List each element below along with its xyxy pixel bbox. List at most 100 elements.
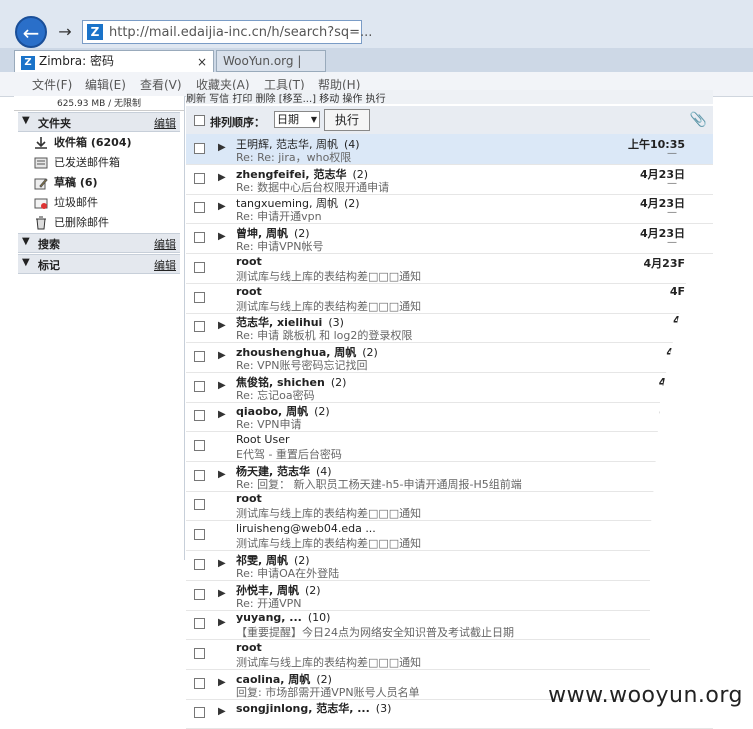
- message-row[interactable]: root 测试库与线上库的表结构差□□□通知 4月23F: [186, 253, 713, 284]
- folders-edit-link[interactable]: 编辑: [154, 115, 176, 131]
- message-row[interactable]: ▶ 祁雯, 周帆 (2) Re: 申请OA在外登陆: [186, 550, 713, 581]
- message-row[interactable]: root 测试库与线上库的表结构差□□□通知: [186, 639, 713, 670]
- mail-toolbar[interactable]: 刷新 写信 打印 删除 [移至...] 移动 操作 执行: [186, 90, 713, 104]
- message-row[interactable]: root 测试库与线上库的表结构差□□□通知: [186, 490, 713, 522]
- sort-select[interactable]: 日期 ▼: [274, 111, 320, 128]
- address-bar[interactable]: Z http://mail.edaijia-inc.cn/h/search?sq…: [82, 20, 372, 44]
- message-subject: 测试库与线上库的表结构差□□□通知: [236, 537, 422, 551]
- message-checkbox[interactable]: [194, 469, 205, 481]
- select-all-checkbox[interactable]: [194, 115, 205, 126]
- message-checkbox[interactable]: [194, 380, 205, 392]
- expand-thread-icon[interactable]: ▶: [218, 677, 226, 688]
- folder-label: 垃圾邮件: [54, 196, 98, 209]
- folder-label: 草稿 (6): [54, 176, 98, 189]
- expand-thread-icon[interactable]: ▶: [218, 588, 226, 599]
- message-checkbox[interactable]: [194, 291, 205, 303]
- message-row[interactable]: ▶焦俊铭, shichen(2)Re: 忘记oa密码4月2: [186, 372, 713, 403]
- message-subject: Re: 忘记oa密码: [236, 388, 315, 402]
- message-checkbox[interactable]: [194, 321, 205, 333]
- message-row[interactable]: ▶ 王明辉, 范志华, 周帆 (4) Re: Re: jira，who权限 上午10:3…: [186, 134, 713, 165]
- sent-folder-icon: [34, 156, 48, 170]
- tab-wooyun[interactable]: WooYun.org |: [216, 50, 326, 72]
- message-row[interactable]: ▶ tangxueming, 周帆 (2) Re: 申请开通vpn 4月23日 —: [186, 193, 713, 225]
- tags-title: 标记: [38, 259, 60, 272]
- expand-thread-icon[interactable]: ▶: [218, 409, 226, 420]
- message-sender: root: [236, 255, 262, 268]
- message-checkbox[interactable]: [194, 232, 205, 244]
- message-checkbox[interactable]: [194, 350, 205, 362]
- collapse-triangle-icon[interactable]: ▼: [22, 236, 30, 247]
- message-row[interactable]: ▶ 孙悦丰, 周帆 (2) Re: 开通VPN: [186, 580, 713, 611]
- menu-view[interactable]: 查看(V): [140, 76, 182, 93]
- menu-file[interactable]: 文件(F): [32, 76, 72, 93]
- expand-thread-icon[interactable]: ▶: [218, 350, 226, 361]
- junk-folder-icon: [34, 196, 48, 210]
- sender-name: root: [236, 492, 262, 506]
- message-row[interactable]: root 测试库与线上库的表结构差□□□通知 4F: [186, 283, 713, 314]
- thread-count: (2): [330, 375, 347, 389]
- folder-trash[interactable]: 已删除邮件: [34, 214, 109, 232]
- message-checkbox[interactable]: [194, 529, 205, 541]
- tags-section-header[interactable]: ▼ 标记 编辑: [18, 254, 180, 274]
- message-row[interactable]: ▶ zhengfeifei, 范志华 (2) Re: 数据中心后台权限开通申请 4月23…: [186, 164, 713, 195]
- expand-thread-icon[interactable]: ▶: [218, 142, 226, 153]
- address-url: http://mail.edaijia-inc.cn/h/search?sq=.…: [109, 25, 373, 40]
- message-row[interactable]: ▶zhoushenghua, 周帆(2)Re: VPN账号密码忘记找回4上: [186, 342, 713, 373]
- message-checkbox[interactable]: [194, 410, 205, 422]
- expand-thread-icon[interactable]: ▶: [218, 558, 226, 569]
- message-checkbox[interactable]: [194, 202, 205, 214]
- sort-label: 排列顺序：: [210, 116, 265, 129]
- message-checkbox[interactable]: [194, 499, 205, 511]
- message-row[interactable]: Root UserE代驾 - 重置后台密码4F: [186, 431, 713, 462]
- expand-thread-icon[interactable]: ▶: [218, 706, 226, 717]
- expand-thread-icon[interactable]: ▶: [218, 231, 226, 242]
- folders-section-header[interactable]: ▼ 文件夹 编辑: [18, 112, 180, 132]
- search-edit-link[interactable]: 编辑: [154, 236, 176, 252]
- message-row[interactable]: ▶范志华, xielihui(3)Re: 申请 跳板机 和 log2的登录权限4…: [186, 312, 713, 344]
- message-checkbox[interactable]: [194, 707, 205, 719]
- message-checkbox[interactable]: [194, 618, 205, 630]
- message-checkbox[interactable]: [194, 172, 205, 184]
- quota-text: 625.93 MB / 无限制: [14, 96, 184, 111]
- expand-thread-icon[interactable]: ▶: [218, 201, 226, 212]
- folder-inbox[interactable]: 收件箱 (6204): [34, 134, 132, 152]
- collapse-triangle-icon[interactable]: ▼: [22, 115, 30, 126]
- message-row[interactable]: ▶ 杨天建, 范志华 (4) Re: 回复： 新入职员工杨天建-h5-申请开通周报-H…: [186, 461, 713, 492]
- back-arrow-icon[interactable]: ←: [15, 16, 47, 48]
- message-date: 4月23日: [640, 167, 685, 181]
- message-row[interactable]: ▶ 曾坤, 周帆 (2) Re: 申请VPN帐号 4月23日 —: [186, 223, 713, 255]
- expand-thread-icon[interactable]: ▶: [218, 172, 226, 183]
- sender-name: liruisheng@web04.eda ...: [236, 522, 376, 536]
- message-checkbox[interactable]: [194, 143, 205, 154]
- message-checkbox[interactable]: [194, 440, 205, 451]
- message-subject: Re: 申请VPN帐号: [236, 240, 324, 254]
- message-checkbox[interactable]: [194, 261, 205, 273]
- folder-drafts[interactable]: 草稿 (6): [34, 174, 98, 192]
- menu-edit[interactable]: 编辑(E): [85, 76, 126, 93]
- close-tab-icon[interactable]: ×: [197, 52, 207, 72]
- folder-sent[interactable]: 已发送邮件箱: [34, 154, 120, 172]
- message-row[interactable]: ▶ yuyang, ... (10) 【重要提醒】今日24点为网络安全知识普及考试截止…: [186, 609, 713, 641]
- execute-button[interactable]: 执行: [324, 109, 370, 131]
- message-sender: root: [236, 492, 262, 505]
- collapse-triangle-icon[interactable]: ▼: [22, 257, 30, 268]
- expand-thread-icon[interactable]: ▶: [218, 380, 226, 391]
- message-checkbox[interactable]: [194, 588, 205, 600]
- expand-thread-icon[interactable]: ▶: [218, 320, 226, 331]
- message-row[interactable]: liruisheng@web04.eda ... 测试库与线上库的表结构差□□□通…: [186, 520, 713, 552]
- watermark-text: www.wooyun.org: [548, 683, 743, 708]
- expand-thread-icon[interactable]: ▶: [218, 617, 226, 628]
- message-sender: songjinlong, 范志华, ... (3): [236, 700, 391, 716]
- forward-arrow-icon[interactable]: →: [55, 22, 75, 42]
- tags-edit-link[interactable]: 编辑: [154, 257, 176, 273]
- folder-junk[interactable]: 垃圾邮件: [34, 194, 98, 212]
- expand-thread-icon[interactable]: ▶: [218, 469, 226, 480]
- message-checkbox[interactable]: [194, 647, 205, 659]
- message-checkbox[interactable]: [194, 677, 205, 689]
- tab-zimbra[interactable]: Z Zimbra: 密码 ×: [14, 50, 214, 72]
- search-section-header[interactable]: ▼ 搜索 编辑: [18, 233, 180, 253]
- message-checkbox[interactable]: [194, 558, 205, 570]
- message-dash: —: [667, 207, 677, 219]
- zimbra-favicon-icon: Z: [21, 56, 35, 70]
- message-row[interactable]: ▶qiaobo, 周帆(2)Re: VPN申请4月2: [186, 401, 713, 433]
